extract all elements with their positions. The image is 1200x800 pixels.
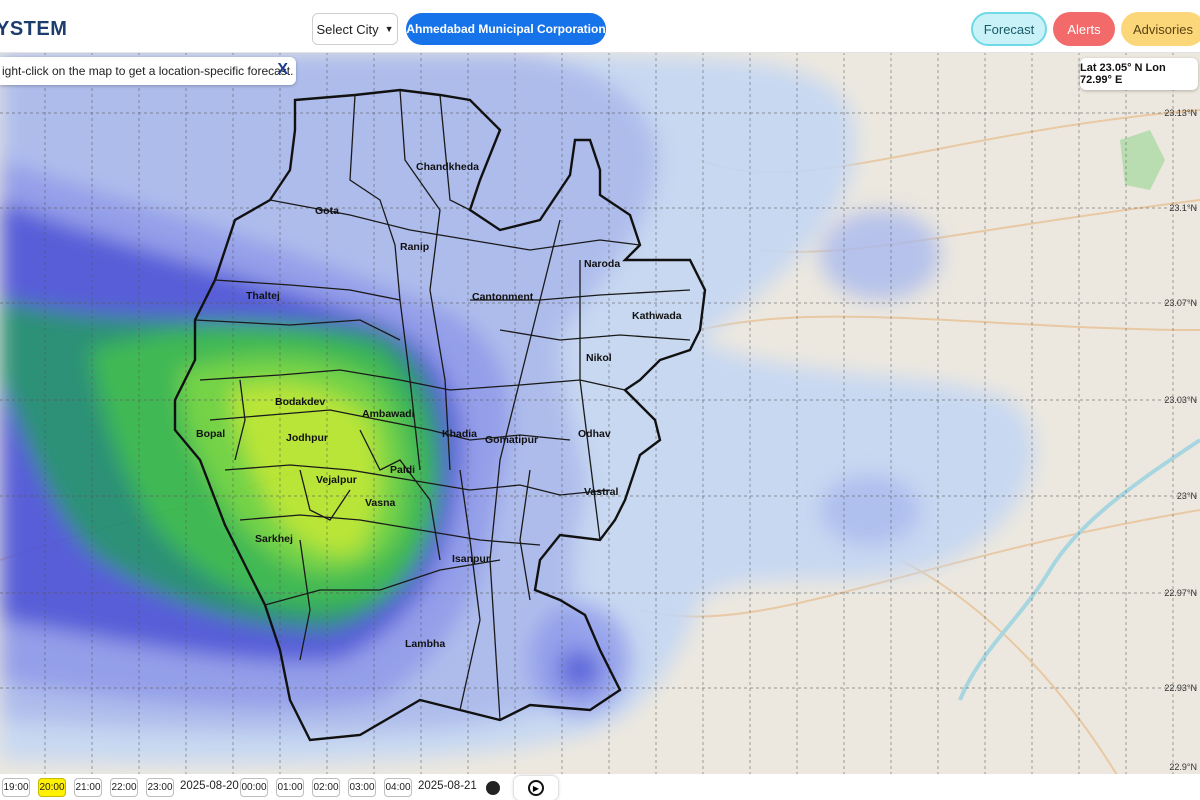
district-label: Chandkheda [416,161,480,173]
district-label: Sarkhej [255,533,293,545]
advisories-button[interactable]: Advisories [1121,12,1200,46]
corporation-button[interactable]: Ahmedabad Municipal Corporation [406,13,606,45]
map-hint-banner: ight-click on the map to get a location-… [0,57,296,85]
district-label: Thaltej [246,290,280,302]
district-label: Lambha [405,638,446,650]
time-chip-22[interactable]: 22:00 [110,778,138,797]
timeline-date: 2025-08-20 [180,780,239,792]
latitude-label: 23°N [1176,491,1197,501]
time-chip-19[interactable]: 19:00 [2,778,30,797]
district-label: Naroda [584,258,621,270]
step-icon[interactable] [486,781,500,795]
play-button[interactable]: ▶ [514,776,558,800]
latitude-label: 22.9°N [1169,762,1197,772]
hint-text: ight-click on the map to get a location-… [2,64,294,78]
latitude-label: 23.13°N [1164,108,1197,118]
forecast-map[interactable] [0,52,1200,774]
district-label: Bopal [196,428,226,440]
district-label: Vasna [365,497,396,509]
district-label: Ambawadi [362,408,415,420]
close-icon[interactable]: X [277,61,288,79]
top-header: YSTEM Select City ▼ Ahmedabad Municipal … [0,0,1200,53]
time-chip-23[interactable]: 23:00 [146,778,174,797]
forecast-button[interactable]: Forecast [971,12,1047,46]
district-label: Gota [315,205,339,217]
time-chip-21[interactable]: 21:00 [74,778,102,797]
app-title: YSTEM [0,18,68,40]
time-chip-03[interactable]: 03:00 [348,778,376,797]
district-label: Gomatipur [485,434,539,446]
latitude-label: 23.07°N [1164,298,1197,308]
district-label: Vastral [584,486,619,498]
district-label: Vejalpur [316,474,357,486]
latitude-label: 23.1°N [1169,203,1197,213]
latitude-label: 22.93°N [1164,683,1197,693]
coordinates-readout: Lat 23.05° N Lon 72.99° E [1080,58,1198,90]
district-label: Bodakdev [275,396,326,408]
district-label: Kathwada [632,310,682,322]
alerts-button[interactable]: Alerts [1053,12,1115,46]
caret-down-icon: ▼ [384,24,394,34]
select-city-dropdown[interactable]: Select City ▼ [312,13,398,45]
district-label: Isanpur [452,553,490,565]
district-label: Ranip [400,241,430,253]
district-label: Jodhpur [286,432,328,444]
map-canvas [0,52,1200,774]
district-label: Khadia [442,428,478,440]
district-label: Odhav [578,428,611,440]
time-chip-04[interactable]: 04:00 [384,778,412,797]
time-chip-02[interactable]: 02:00 [312,778,340,797]
time-chip-00[interactable]: 00:00 [240,778,268,797]
district-label: Paldi [390,464,416,476]
district-label: Cantonment [472,291,534,303]
timeline-date: 2025-08-21 [418,780,477,792]
district-label: Nikol [586,352,612,364]
play-icon: ▶ [528,780,544,796]
time-chip-01[interactable]: 01:00 [276,778,304,797]
timeline-bar: 19:00 20:00 21:00 22:00 23:00 2025-08-20… [0,774,1200,800]
time-chip-20-active[interactable]: 20:00 [38,778,66,797]
latitude-label: 22.97°N [1164,588,1197,598]
latitude-label: 23.03°N [1164,395,1197,405]
select-city-label: Select City [316,21,379,37]
